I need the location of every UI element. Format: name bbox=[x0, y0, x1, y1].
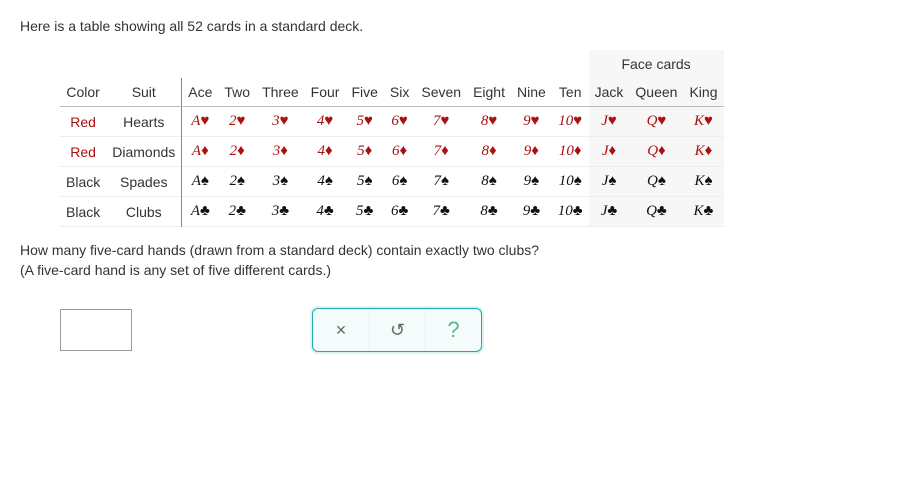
card-cell: 9♠ bbox=[511, 167, 552, 197]
answer-input[interactable] bbox=[60, 309, 132, 351]
card-cell: K♦ bbox=[683, 137, 723, 167]
color-cell: Black bbox=[60, 197, 106, 227]
card-cell: 2♣ bbox=[218, 197, 256, 227]
card-cell: 6♦ bbox=[384, 137, 415, 167]
card-cell: Q♦ bbox=[629, 137, 683, 167]
reset-icon: ↺ bbox=[390, 320, 405, 341]
header-rank: Three bbox=[256, 78, 305, 107]
header-rank: Ten bbox=[552, 78, 589, 107]
card-cell: 6♥ bbox=[384, 107, 415, 137]
suit-cell: Clubs bbox=[106, 197, 182, 227]
card-cell: Q♠ bbox=[629, 167, 683, 197]
help-button[interactable]: ? bbox=[425, 309, 481, 351]
suit-row-hearts: RedHeartsA♥2♥3♥4♥5♥6♥7♥8♥9♥10♥J♥Q♥K♥ bbox=[60, 107, 724, 137]
header-rank: Nine bbox=[511, 78, 552, 107]
suit-row-clubs: BlackClubsA♣2♣3♣4♣5♣6♣7♣8♣9♣10♣J♣Q♣K♣ bbox=[60, 197, 724, 227]
card-cell: 7♥ bbox=[415, 107, 467, 137]
suit-row-diamonds: RedDiamondsA♦2♦3♦4♦5♦6♦7♦8♦9♦10♦J♦Q♦K♦ bbox=[60, 137, 724, 167]
suit-cell: Hearts bbox=[106, 107, 182, 137]
card-cell: 9♣ bbox=[511, 197, 552, 227]
close-icon: × bbox=[336, 320, 347, 341]
card-cell: 8♥ bbox=[467, 107, 511, 137]
card-cell: A♣ bbox=[182, 197, 219, 227]
card-cell: 8♠ bbox=[467, 167, 511, 197]
card-cell: 10♥ bbox=[552, 107, 589, 137]
header-rank: Jack bbox=[589, 78, 630, 107]
card-cell: 4♥ bbox=[305, 107, 346, 137]
card-cell: K♣ bbox=[683, 197, 723, 227]
card-cell: 7♦ bbox=[415, 137, 467, 167]
card-cell: 10♣ bbox=[552, 197, 589, 227]
card-cell: 5♣ bbox=[345, 197, 383, 227]
card-cell: 6♠ bbox=[384, 167, 415, 197]
header-rank: Seven bbox=[415, 78, 467, 107]
card-cell: 7♠ bbox=[415, 167, 467, 197]
card-cell: 5♠ bbox=[345, 167, 383, 197]
card-cell: 2♠ bbox=[218, 167, 256, 197]
card-cell: 4♣ bbox=[305, 197, 346, 227]
header-rank: Four bbox=[305, 78, 346, 107]
header-color: Color bbox=[60, 78, 106, 107]
question-text: How many five-card hands (drawn from a s… bbox=[20, 241, 893, 280]
clear-button[interactable]: × bbox=[313, 309, 369, 351]
color-cell: Black bbox=[60, 167, 106, 197]
card-cell: K♥ bbox=[683, 107, 723, 137]
header-rank: Six bbox=[384, 78, 415, 107]
question-line2: (A five-card hand is any set of five dif… bbox=[20, 262, 331, 278]
card-cell: 5♥ bbox=[345, 107, 383, 137]
card-cell: 10♠ bbox=[552, 167, 589, 197]
card-cell: J♠ bbox=[589, 167, 630, 197]
card-cell: 8♣ bbox=[467, 197, 511, 227]
card-cell: 9♦ bbox=[511, 137, 552, 167]
card-cell: 7♣ bbox=[415, 197, 467, 227]
face-cards-header: Face cards bbox=[589, 50, 724, 78]
rank-header-row: Color Suit Ace Two Three Four Five Six S… bbox=[60, 78, 724, 107]
intro-text: Here is a table showing all 52 cards in … bbox=[20, 18, 893, 34]
card-cell: 3♣ bbox=[256, 197, 305, 227]
card-cell: A♦ bbox=[182, 137, 219, 167]
reset-button[interactable]: ↺ bbox=[369, 309, 425, 351]
card-cell: 2♥ bbox=[218, 107, 256, 137]
deck-table: Face cards Color Suit Ace Two Three Four… bbox=[60, 50, 724, 227]
header-rank: Ace bbox=[182, 78, 219, 107]
button-group: × ↺ ? bbox=[312, 308, 482, 352]
header-rank: Two bbox=[218, 78, 256, 107]
header-rank: King bbox=[683, 78, 723, 107]
card-cell: J♦ bbox=[589, 137, 630, 167]
card-cell: 4♠ bbox=[305, 167, 346, 197]
header-rank: Eight bbox=[467, 78, 511, 107]
card-cell: A♥ bbox=[182, 107, 219, 137]
header-rank: Five bbox=[345, 78, 383, 107]
card-cell: Q♥ bbox=[629, 107, 683, 137]
help-icon: ? bbox=[447, 317, 459, 343]
card-cell: A♠ bbox=[182, 167, 219, 197]
header-suit: Suit bbox=[106, 78, 182, 107]
card-cell: J♣ bbox=[589, 197, 630, 227]
card-cell: 9♥ bbox=[511, 107, 552, 137]
card-cell: 2♦ bbox=[218, 137, 256, 167]
question-line1: How many five-card hands (drawn from a s… bbox=[20, 242, 539, 258]
card-cell: 8♦ bbox=[467, 137, 511, 167]
suit-cell: Spades bbox=[106, 167, 182, 197]
suit-row-spades: BlackSpadesA♠2♠3♠4♠5♠6♠7♠8♠9♠10♠J♠Q♠K♠ bbox=[60, 167, 724, 197]
card-cell: 3♥ bbox=[256, 107, 305, 137]
card-cell: 4♦ bbox=[305, 137, 346, 167]
card-cell: 10♦ bbox=[552, 137, 589, 167]
card-cell: 3♦ bbox=[256, 137, 305, 167]
card-cell: 3♠ bbox=[256, 167, 305, 197]
color-cell: Red bbox=[60, 137, 106, 167]
card-cell: 5♦ bbox=[345, 137, 383, 167]
suit-cell: Diamonds bbox=[106, 137, 182, 167]
header-rank: Queen bbox=[629, 78, 683, 107]
card-cell: 6♣ bbox=[384, 197, 415, 227]
color-cell: Red bbox=[60, 107, 106, 137]
card-cell: J♥ bbox=[589, 107, 630, 137]
card-cell: Q♣ bbox=[629, 197, 683, 227]
card-cell: K♠ bbox=[683, 167, 723, 197]
